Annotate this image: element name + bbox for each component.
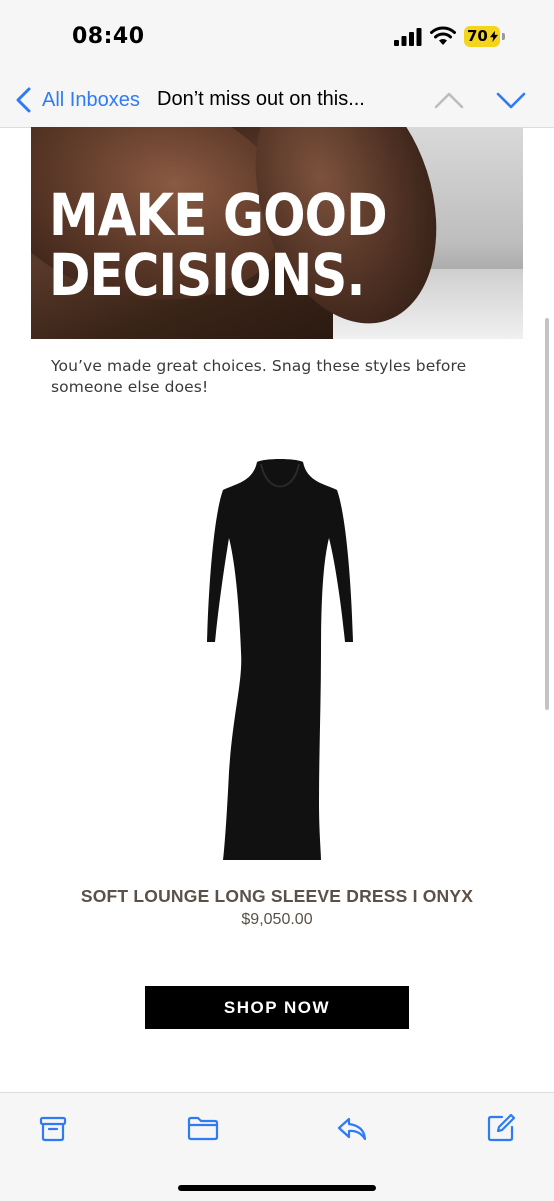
archive-button[interactable]: [36, 1111, 70, 1145]
email-subject-title: Don’t miss out on this...: [157, 88, 365, 110]
hero-headline: MAKE GOOD DECISIONS.: [49, 181, 388, 309]
charging-bolt-icon: [490, 30, 498, 43]
compose-button[interactable]: [484, 1111, 518, 1145]
cellular-signal-icon: [394, 28, 422, 46]
reply-button[interactable]: [335, 1111, 369, 1145]
status-bar: 08:40 70: [0, 0, 554, 75]
mail-bottom-toolbar: [0, 1092, 554, 1201]
product-price: $9,050.00: [241, 911, 313, 928]
home-indicator[interactable]: [178, 1185, 376, 1191]
next-message-chevron-down-icon[interactable]: [494, 85, 528, 115]
compose-icon: [487, 1113, 516, 1142]
battery-tip: [502, 33, 505, 40]
hero-headline-line2: DECISIONS.: [49, 241, 365, 309]
folder-icon: [187, 1116, 219, 1141]
hero-banner-image[interactable]: MAKE GOOD DECISIONS.: [31, 127, 523, 339]
dress-product-image[interactable]: [195, 452, 365, 864]
status-time: 08:40: [72, 24, 145, 49]
previous-message-chevron-up-icon[interactable]: [432, 85, 466, 115]
product-name[interactable]: SOFT LOUNGE LONG SLEEVE DRESS I ONYX: [0, 886, 554, 907]
archive-icon: [39, 1116, 67, 1142]
battery-level: 70: [467, 27, 488, 45]
move-to-folder-button[interactable]: [186, 1111, 220, 1145]
back-label: All Inboxes: [42, 88, 140, 111]
wifi-icon: [430, 26, 456, 45]
battery-icon: 70: [464, 26, 506, 47]
reply-icon: [337, 1117, 367, 1141]
back-to-all-inboxes-button[interactable]: All Inboxes: [14, 83, 140, 117]
scrollbar[interactable]: [545, 318, 549, 710]
battery-body: 70: [464, 26, 500, 47]
shop-now-button[interactable]: SHOP NOW: [145, 986, 409, 1029]
chevron-left-icon: [16, 87, 31, 113]
intro-paragraph: You’ve made great choices. Snag these st…: [51, 357, 467, 396]
hero-headline-line1: MAKE GOOD: [49, 181, 388, 249]
mail-nav-bar: All Inboxes Don’t miss out on this...: [0, 75, 554, 128]
